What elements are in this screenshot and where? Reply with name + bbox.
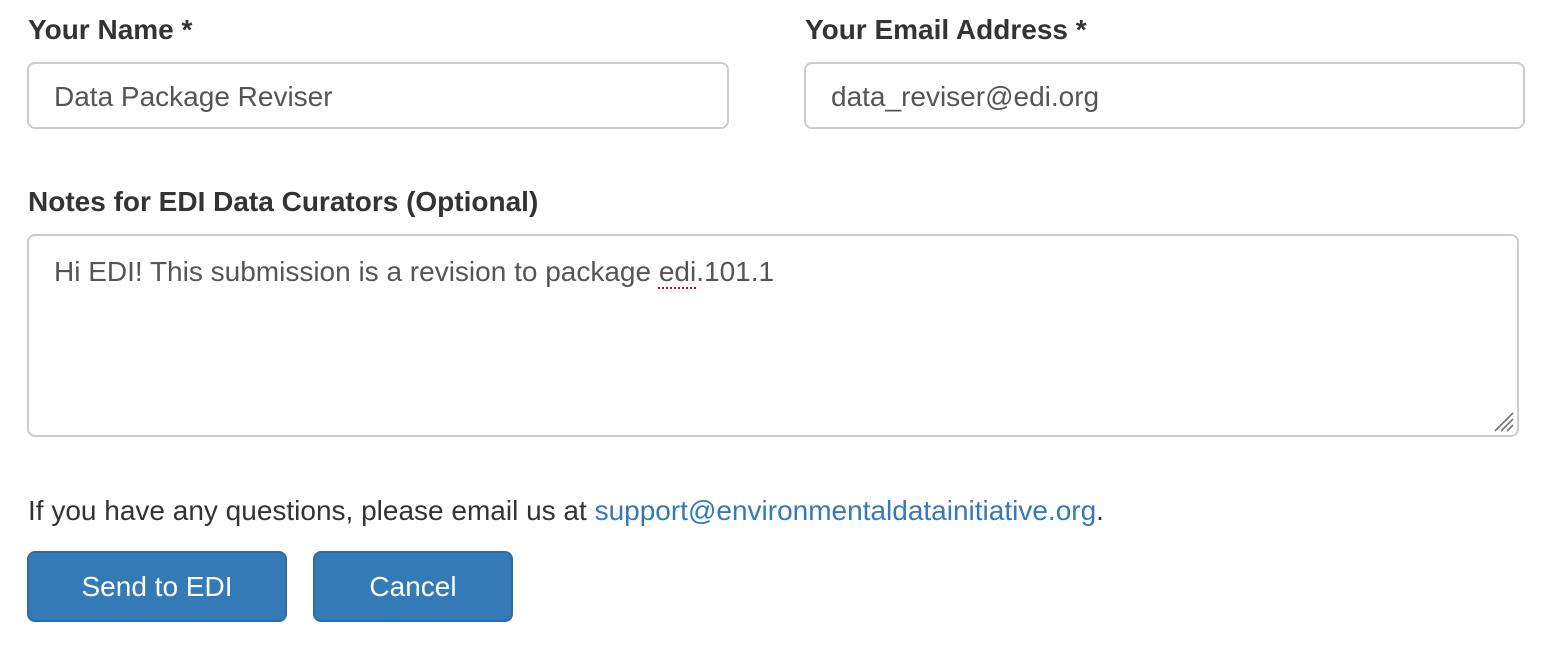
notes-textarea[interactable]: Hi EDI! This submission is a revision to… — [27, 234, 1519, 437]
help-text: If you have any questions, please email … — [28, 494, 1104, 528]
resize-handle-icon[interactable] — [1491, 409, 1515, 433]
notes-text-after: .101.1 — [696, 256, 775, 287]
help-text-suffix: . — [1096, 495, 1104, 526]
name-input-value: Data Package Reviser — [54, 81, 333, 112]
email-input-value: data_reviser@edi.org — [831, 81, 1100, 112]
misspelled-word: edi — [658, 256, 697, 287]
email-label: Your Email Address * — [805, 14, 1087, 45]
support-email-link[interactable]: support@environmentaldatainitiative.org — [595, 495, 1097, 526]
notes-text-before: Hi EDI! This submission is a revision to… — [54, 256, 659, 287]
notes-textarea-value: Hi EDI! This submission is a revision to… — [54, 256, 774, 288]
send-to-edi-button[interactable]: Send to EDI — [27, 551, 287, 622]
name-label: Your Name * — [28, 14, 193, 45]
cancel-button[interactable]: Cancel — [313, 551, 513, 622]
email-input[interactable]: data_reviser@edi.org — [804, 62, 1525, 129]
notes-label: Notes for EDI Data Curators (Optional) — [28, 186, 539, 217]
name-input[interactable]: Data Package Reviser — [27, 62, 729, 129]
help-text-prefix: If you have any questions, please email … — [28, 495, 595, 526]
